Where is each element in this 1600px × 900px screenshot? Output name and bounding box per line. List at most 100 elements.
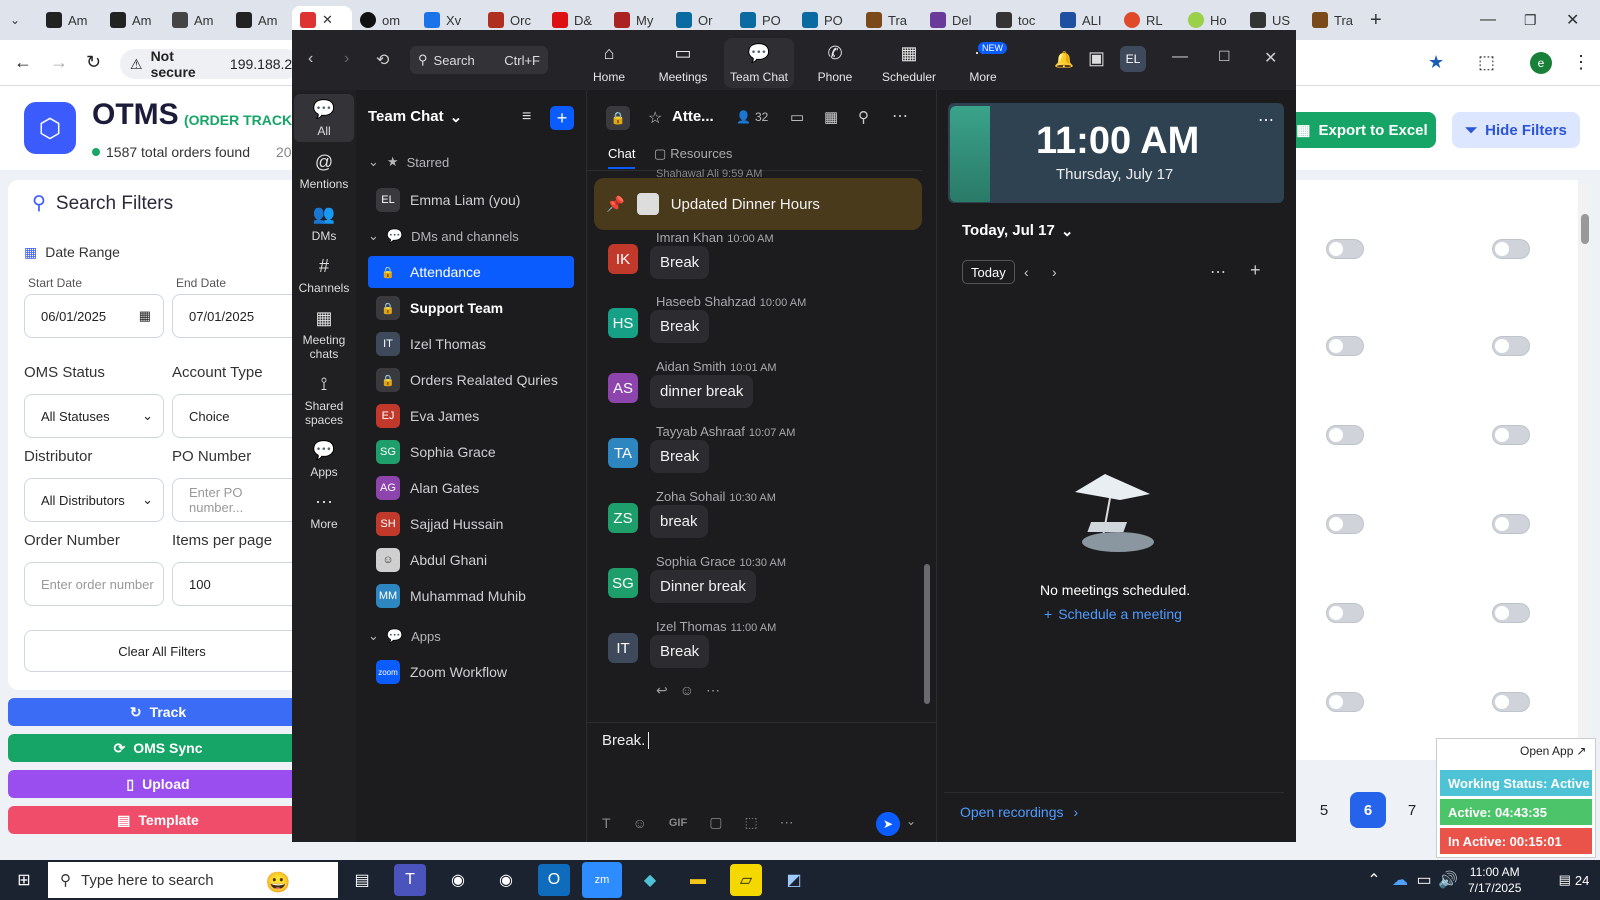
account-type-select[interactable]: Choice <box>172 394 300 438</box>
task-view-icon[interactable]: ▤ <box>346 864 378 896</box>
profile-avatar[interactable]: e <box>1530 52 1552 74</box>
page-button[interactable]: 7 <box>1394 792 1430 828</box>
windows-start-icon[interactable]: ⊞ <box>8 864 40 896</box>
channel-support-team[interactable]: 🔒 Support Team <box>368 292 574 324</box>
message-item[interactable]: IK Imran Khan 10:00 AM Break <box>608 230 928 292</box>
minimize-icon[interactable]: — <box>1172 48 1188 66</box>
close-icon[interactable]: ✕ <box>1566 6 1579 34</box>
more-icon[interactable]: ⋯ <box>706 682 720 699</box>
open-recordings-link[interactable]: Open recordings › <box>960 804 1078 820</box>
dm-izel-thomas[interactable]: IT Izel Thomas <box>368 328 574 360</box>
dm-alan-gates[interactable]: AG Alan Gates <box>368 472 574 504</box>
chevron-left-icon[interactable]: ‹ <box>1024 264 1029 280</box>
rail-meeting-chats[interactable]: ▦ Meeting chats <box>294 308 354 361</box>
text-format-icon[interactable]: T <box>602 815 611 831</box>
reply-icon[interactable]: ↩ <box>656 682 668 699</box>
browser-tab[interactable]: Am <box>110 6 152 34</box>
chat-title[interactable]: Atte... <box>672 108 714 125</box>
apps-section[interactable]: ⌄ 💬 Apps <box>368 628 441 644</box>
toggle-switch[interactable] <box>1492 239 1530 259</box>
chevron-down-icon[interactable]: ⌄ <box>906 814 916 828</box>
team-chat-dropdown[interactable]: Team Chat ⌄ <box>368 108 462 126</box>
toggle-switch[interactable] <box>1492 425 1530 445</box>
scrollbar-thumb[interactable] <box>924 564 930 704</box>
volume-icon[interactable]: 🔊 <box>1436 864 1460 896</box>
nav-meetings[interactable]: ▭ Meetings <box>648 38 718 88</box>
url-field[interactable]: ⚠ Not secure 199.188.20 <box>120 48 300 80</box>
forward-icon[interactable]: › <box>344 50 349 68</box>
member-count[interactable]: 👤 32 <box>736 110 768 124</box>
scrollbar[interactable] <box>1580 184 1590 754</box>
maximize-icon[interactable]: ☐ <box>1218 48 1231 65</box>
more-icon[interactable]: ⋯ <box>1258 110 1274 130</box>
nav-home[interactable]: ⌂ Home <box>574 38 644 88</box>
dms-section[interactable]: ⌄ 💬 DMs and channels <box>368 228 519 244</box>
forward-icon[interactable]: → <box>50 52 68 73</box>
toggle-switch[interactable] <box>1326 692 1364 712</box>
app-zoom-workflow[interactable]: zoom Zoom Workflow <box>368 656 574 688</box>
channel-orders[interactable]: 🔒 Orders Realated Quries <box>368 364 574 396</box>
video-icon[interactable]: ▭ <box>790 108 804 126</box>
reload-icon[interactable]: ↻ <box>86 52 101 73</box>
emoji-icon[interactable]: ☺ <box>633 815 647 831</box>
message-item[interactable]: SG Sophia Grace 10:30 AM Dinner break <box>608 554 928 616</box>
items-per-page-input[interactable]: 100 <box>172 562 300 606</box>
dm-eva-james[interactable]: EJ Eva James <box>368 400 574 432</box>
emoji-widget-icon[interactable]: 😀 <box>262 866 294 898</box>
tab-chat[interactable]: Chat <box>608 146 636 169</box>
teams-icon[interactable]: T <box>394 864 426 896</box>
screenshot-icon[interactable]: ⬚ <box>744 814 757 831</box>
history-icon[interactable]: ⟲ <box>376 50 389 70</box>
dm-sophia-grace[interactable]: SG Sophia Grace <box>368 436 574 468</box>
chevron-up-icon[interactable]: ⌃ <box>1362 864 1386 896</box>
gift-icon[interactable]: ▣ <box>1088 48 1105 69</box>
toggle-switch[interactable] <box>1492 336 1530 356</box>
taskbar-clock[interactable]: 11:00 AM 7/17/2025 <box>1468 864 1521 896</box>
starred-item[interactable]: EL Emma Liam (you) <box>368 184 574 216</box>
page-button-current[interactable]: 6 <box>1350 792 1386 828</box>
close-icon[interactable]: ✕ <box>322 12 333 28</box>
start-date-input[interactable]: 06/01/2025 ▦ <box>24 294 164 338</box>
search-icon[interactable]: ⚲ <box>858 108 869 126</box>
toggle-switch[interactable] <box>1326 425 1364 445</box>
rail-more[interactable]: ⋯ More <box>294 492 354 531</box>
onedrive-icon[interactable]: ☁ <box>1388 864 1412 896</box>
emoji-icon[interactable]: ☺ <box>680 682 694 699</box>
network-icon[interactable]: ▭ <box>1412 864 1436 896</box>
dm-abdul-ghani[interactable]: ☺ Abdul Ghani <box>368 544 574 576</box>
chrome-icon[interactable]: ◉ <box>490 864 522 896</box>
new-chat-button[interactable]: + <box>550 106 574 130</box>
toggle-switch[interactable] <box>1326 336 1364 356</box>
browser-tab[interactable]: Am <box>172 6 214 34</box>
channel-attendance[interactable]: 🔒 Attendance <box>368 256 574 288</box>
tab-resources[interactable]: ▢ Resources <box>654 146 732 162</box>
order-number-input[interactable]: Enter order number <box>24 562 164 606</box>
bookmark-star-icon[interactable]: ★ <box>1428 52 1444 73</box>
close-icon[interactable]: ✕ <box>1264 48 1277 68</box>
rail-shared-spaces[interactable]: ⟟ Shared spaces <box>294 374 354 427</box>
back-icon[interactable]: ‹ <box>308 50 313 68</box>
toggle-switch[interactable] <box>1492 692 1530 712</box>
distributor-select[interactable]: All Distributors ⌄ <box>24 478 164 522</box>
more-icon[interactable]: ⋯ <box>780 814 794 831</box>
rail-apps[interactable]: 💬 Apps <box>294 440 354 479</box>
back-icon[interactable]: ← <box>14 52 32 73</box>
notification-center[interactable]: ▤ 24 <box>1554 864 1594 896</box>
taskbar-search[interactable]: ⚲ Type here to search <box>48 862 338 898</box>
file-explorer-icon[interactable]: ▬ <box>682 864 714 896</box>
extensions-icon[interactable]: ⬚ <box>1478 52 1495 73</box>
new-tab-button[interactable]: + <box>1370 6 1382 34</box>
browser-tab[interactable]: Am <box>46 6 88 34</box>
day-selector[interactable]: Today, Jul 17 ⌄ <box>962 222 1073 240</box>
po-number-input[interactable]: Enter PO number... <box>172 478 300 522</box>
hide-filters-button[interactable]: ⏷ Hide Filters <box>1452 112 1580 148</box>
schedule-meeting-link[interactable]: + Schedule a meeting <box>1044 606 1182 622</box>
dm-muhammad-muhib[interactable]: MM Muhammad Muhib <box>368 580 574 612</box>
calendar-icon[interactable]: ▦ <box>824 108 838 126</box>
page-button[interactable]: 5 <box>1306 792 1342 828</box>
clear-filters-button[interactable]: Clear All Filters <box>24 630 300 672</box>
end-date-input[interactable]: 07/01/2025 <box>172 294 300 338</box>
chevron-right-icon[interactable]: › <box>1052 264 1057 280</box>
message-item[interactable]: ZS Zoha Sohail 10:30 AM break <box>608 489 928 551</box>
browser-tab[interactable]: Am <box>236 6 278 34</box>
